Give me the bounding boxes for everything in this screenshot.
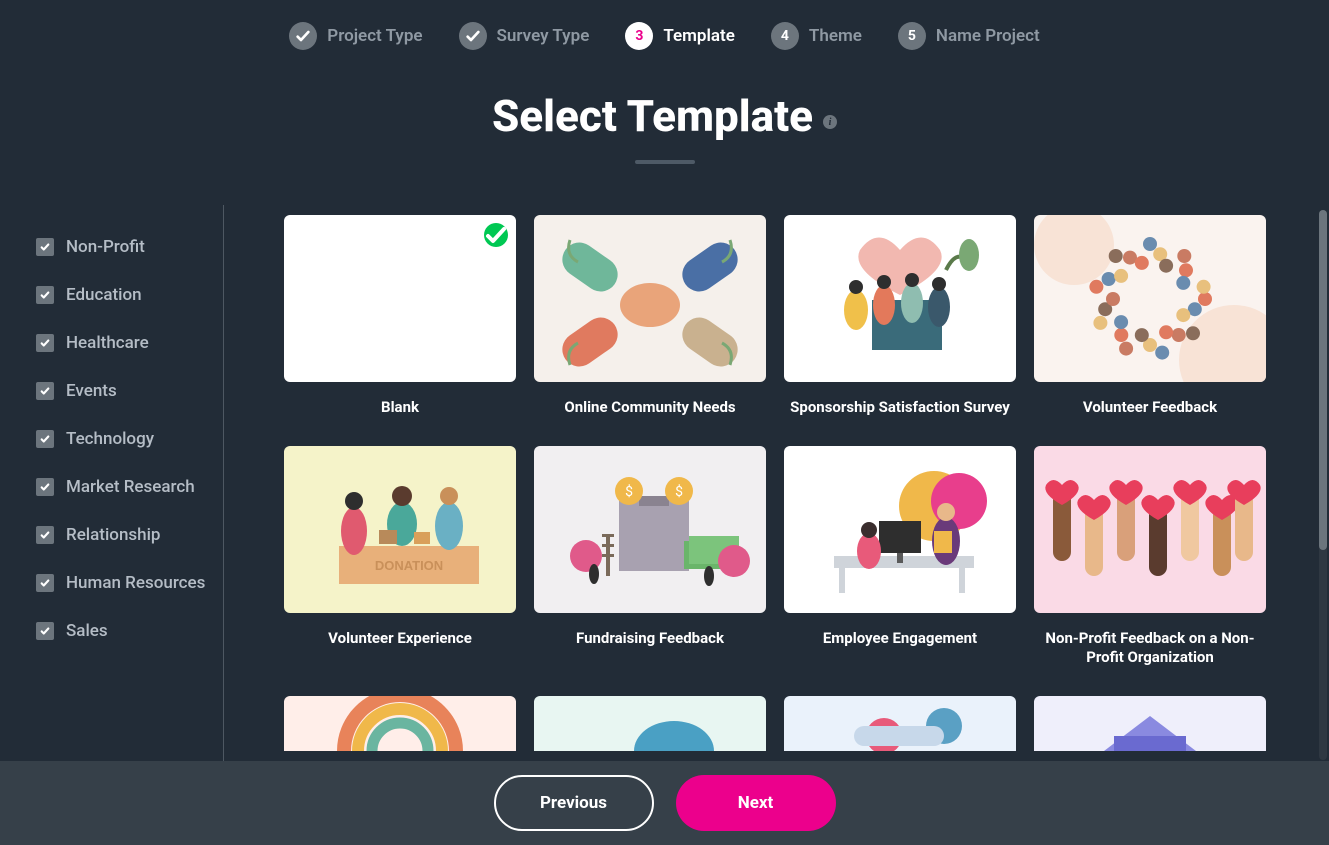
template-title: Online Community Needs <box>534 398 766 418</box>
wizard-footer: Previous Next <box>0 761 1329 845</box>
category-sidebar: Non-Profit Education Healthcare Events Techn… <box>0 205 224 761</box>
template-thumbnail <box>1034 215 1266 382</box>
selected-check-icon <box>484 223 508 247</box>
template-title: Sponsorship Satisfaction Survey <box>784 398 1016 418</box>
checkbox-checked-icon[interactable] <box>36 334 54 352</box>
checkbox-checked-icon[interactable] <box>36 622 54 640</box>
category-label: Market Research <box>66 477 195 497</box>
template-title: Fundraising Feedback <box>534 629 766 649</box>
template-card[interactable]: Sponsorship Satisfaction Survey <box>784 215 1016 418</box>
template-thumbnail <box>284 696 516 751</box>
checkbox-checked-icon[interactable] <box>36 526 54 544</box>
template-grid-wrap[interactable]: Blank Online Community Needs Sponsorship S… <box>224 205 1329 761</box>
template-thumbnail <box>784 215 1016 382</box>
step-label: Project Type <box>327 26 422 46</box>
step-template[interactable]: 3 Template <box>625 22 735 50</box>
check-icon <box>459 22 487 50</box>
page-title-wrap: Select Template i <box>0 90 1329 164</box>
step-number: 4 <box>771 22 799 50</box>
check-icon <box>289 22 317 50</box>
category-item[interactable]: Healthcare <box>36 319 223 367</box>
template-thumbnail <box>1034 696 1266 751</box>
step-survey-type[interactable]: Survey Type <box>459 22 590 50</box>
svg-text:DONATION: DONATION <box>375 558 443 573</box>
template-card[interactable]: Blank <box>284 215 516 418</box>
template-thumbnail: DONATION <box>284 446 516 613</box>
step-project-type[interactable]: Project Type <box>289 22 422 50</box>
template-thumbnail <box>534 696 766 751</box>
step-label: Name Project <box>936 26 1040 46</box>
template-title: Blank <box>284 398 516 418</box>
step-label: Theme <box>809 26 862 46</box>
category-item[interactable]: Sales <box>36 607 223 655</box>
template-thumbnail <box>534 215 766 382</box>
template-card[interactable]: $$Fundraising Feedback <box>534 446 766 668</box>
category-label: Relationship <box>66 525 161 545</box>
checkbox-checked-icon[interactable] <box>36 238 54 256</box>
scrollbar[interactable] <box>1319 210 1327 760</box>
template-title: Employee Engagement <box>784 629 1016 649</box>
category-item[interactable]: Non-Profit <box>36 223 223 271</box>
category-label: Education <box>66 285 142 305</box>
template-card[interactable]: Volunteer Feedback <box>1034 215 1266 418</box>
template-thumbnail <box>784 446 1016 613</box>
next-button[interactable]: Next <box>676 775 836 831</box>
template-card[interactable] <box>784 696 1016 751</box>
category-item[interactable]: Human Resources <box>36 559 223 607</box>
svg-text:$: $ <box>625 483 633 500</box>
category-item[interactable]: Education <box>36 271 223 319</box>
template-thumbnail <box>1034 446 1266 613</box>
category-item[interactable]: Market Research <box>36 463 223 511</box>
category-label: Technology <box>66 429 154 449</box>
template-card[interactable]: DONATION Volunteer Experience <box>284 446 516 668</box>
category-label: Non-Profit <box>66 237 145 257</box>
template-title: Non-Profit Feedback on a Non-Profit Orga… <box>1034 629 1266 668</box>
template-card[interactable] <box>534 696 766 751</box>
checkbox-checked-icon[interactable] <box>36 382 54 400</box>
checkbox-checked-icon[interactable] <box>36 286 54 304</box>
svg-text:$: $ <box>675 483 683 500</box>
template-card[interactable]: Non-Profit Feedback on a Non-Profit Orga… <box>1034 446 1266 668</box>
previous-button[interactable]: Previous <box>494 775 654 831</box>
wizard-stepper: Project Type Survey Type 3 Template 4 Th… <box>0 0 1329 60</box>
template-grid: Blank Online Community Needs Sponsorship S… <box>284 215 1275 751</box>
template-card[interactable] <box>284 696 516 751</box>
checkbox-checked-icon[interactable] <box>36 478 54 496</box>
checkbox-checked-icon[interactable] <box>36 430 54 448</box>
template-card[interactable] <box>1034 696 1266 751</box>
category-label: Human Resources <box>66 573 205 593</box>
template-title: Volunteer Feedback <box>1034 398 1266 418</box>
step-name-project[interactable]: 5 Name Project <box>898 22 1040 50</box>
page-title: Select Template <box>492 90 813 142</box>
template-card[interactable]: Employee Engagement <box>784 446 1016 668</box>
category-item[interactable]: Relationship <box>36 511 223 559</box>
step-theme[interactable]: 4 Theme <box>771 22 862 50</box>
step-number: 3 <box>625 22 653 50</box>
info-icon[interactable]: i <box>823 115 837 129</box>
category-item[interactable]: Events <box>36 367 223 415</box>
category-item[interactable]: Technology <box>36 415 223 463</box>
main-content: Non-Profit Education Healthcare Events Techn… <box>0 205 1329 761</box>
template-card[interactable]: Online Community Needs <box>534 215 766 418</box>
step-number: 5 <box>898 22 926 50</box>
step-label: Template <box>663 26 735 46</box>
title-rule <box>635 160 695 164</box>
step-label: Survey Type <box>497 26 590 46</box>
checkbox-checked-icon[interactable] <box>36 574 54 592</box>
category-label: Events <box>66 381 117 401</box>
template-thumbnail: $$ <box>534 446 766 613</box>
template-thumbnail <box>284 215 516 382</box>
template-title: Volunteer Experience <box>284 629 516 649</box>
template-thumbnail <box>784 696 1016 751</box>
category-label: Healthcare <box>66 333 149 353</box>
category-label: Sales <box>66 621 108 641</box>
